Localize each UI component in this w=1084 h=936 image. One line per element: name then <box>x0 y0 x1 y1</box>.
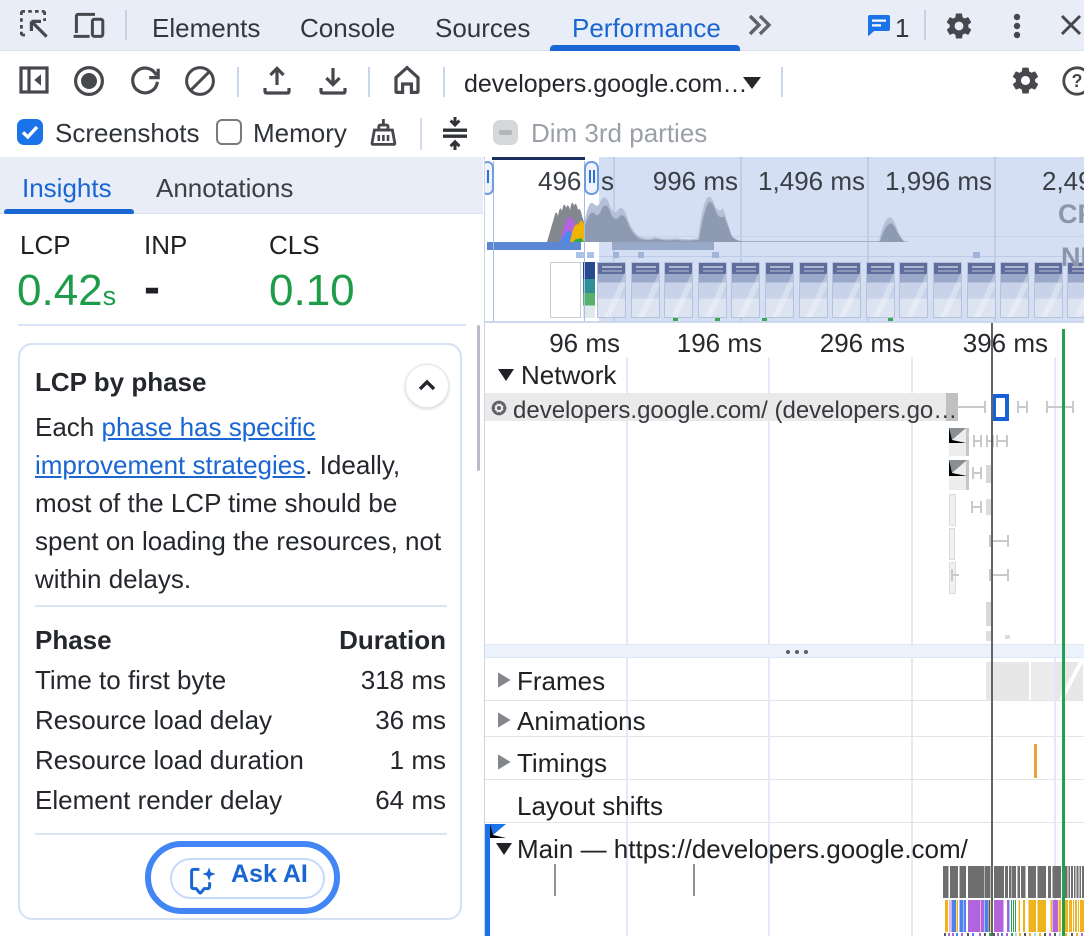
svg-text:?: ? <box>1072 71 1083 91</box>
